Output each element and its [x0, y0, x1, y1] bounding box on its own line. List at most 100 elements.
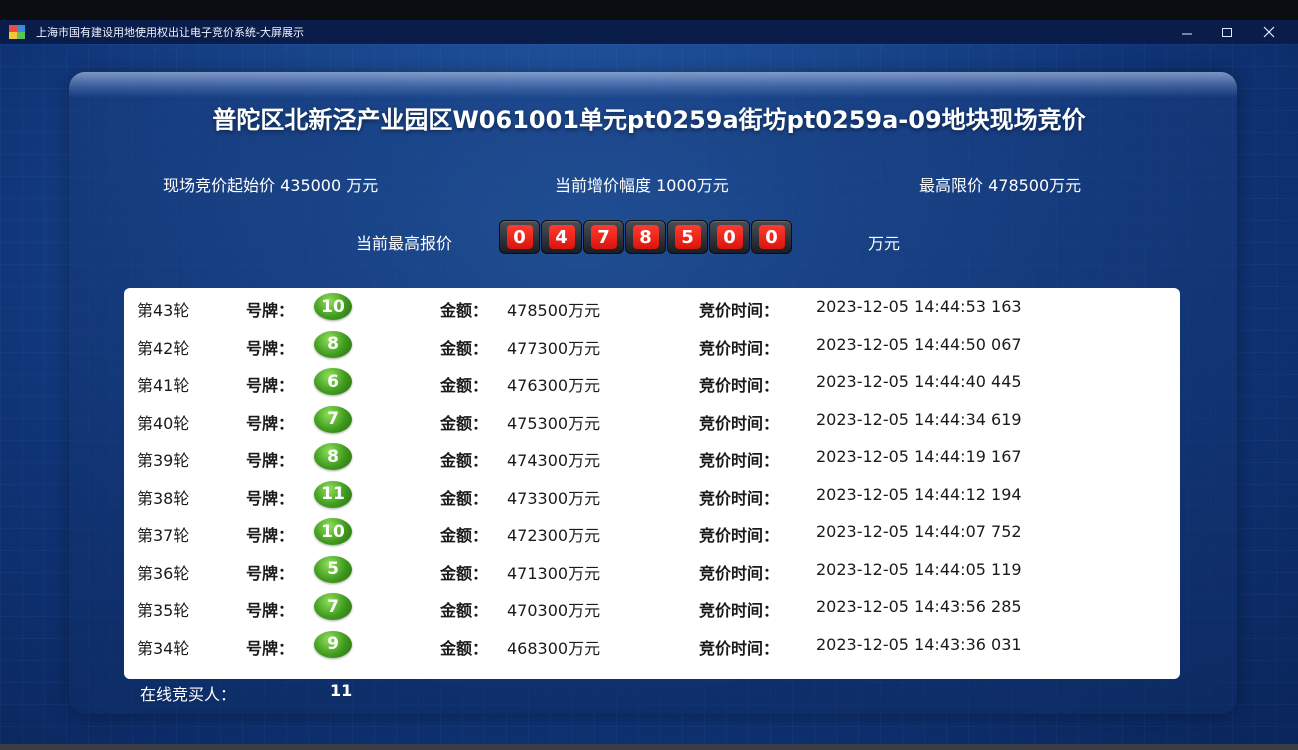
plate-label: 号牌：	[246, 376, 295, 395]
plate-label: 号牌：	[246, 301, 295, 320]
round-number: 第40轮	[137, 413, 190, 433]
time-label: 竞价时间：	[699, 488, 780, 508]
time-label: 竞价时间：	[699, 526, 780, 545]
bid-time: 2023-12-05 14:43:36 031	[816, 634, 1022, 654]
bid-time: 2023-12-05 14:44:12 194	[816, 484, 1022, 504]
panel-top-sheen	[69, 72, 1237, 98]
time-label: 竞价时间：	[699, 601, 780, 620]
amount-label: 金额：	[440, 601, 489, 620]
bid-row: 第34轮 号牌： 9 金额： 468300万元 竞价时间： 2023-12-05…	[124, 626, 1180, 664]
maximize-icon	[1222, 28, 1232, 37]
window-titlebar[interactable]: 上海市国有建设用地使用权出让电子竞价系统-大屏展示	[0, 20, 1298, 44]
bid-row: 第41轮 号牌： 6 金额： 476300万元 竞价时间： 2023-12-05…	[124, 363, 1180, 401]
bid-amount: 477300万元	[507, 338, 601, 358]
plate-label: 号牌：	[246, 413, 295, 433]
amount-label: 金额：	[440, 376, 489, 395]
close-icon	[1263, 26, 1275, 38]
round-number: 第41轮	[137, 376, 190, 395]
time-label: 竞价时间：	[699, 376, 780, 395]
app-logo-icon	[9, 25, 25, 39]
digit-tile: 0	[499, 220, 540, 254]
plate-badge: 7	[314, 405, 352, 433]
round-number: 第39轮	[137, 451, 190, 470]
plate-badge: 11	[314, 480, 352, 508]
time-label: 竞价时间：	[699, 638, 780, 658]
amount-label: 金额：	[440, 338, 489, 358]
online-bidders-label: 在线竞买人：	[140, 685, 237, 704]
plate-label: 号牌：	[246, 601, 295, 620]
bid-time: 2023-12-05 14:44:34 619	[816, 409, 1022, 429]
bid-amount: 471300万元	[507, 563, 601, 583]
plate-badge: 10	[314, 518, 352, 545]
maximize-button[interactable]	[1210, 20, 1244, 44]
close-button[interactable]	[1252, 20, 1286, 44]
bid-amount: 478500万元	[507, 301, 601, 320]
plate-label: 号牌：	[246, 338, 295, 358]
bid-amount: 476300万元	[507, 376, 601, 395]
plate-label: 号牌：	[246, 526, 295, 545]
digit-value: 7	[590, 225, 617, 249]
bid-amount: 475300万元	[507, 413, 601, 433]
digit-value: 5	[674, 225, 701, 249]
amount-label: 金额：	[440, 638, 489, 658]
bid-row: 第38轮 号牌： 11 金额： 473300万元 竞价时间： 2023-12-0…	[124, 476, 1180, 514]
highest-bid-label: 当前最高报价	[356, 234, 453, 253]
plate-badge: 7	[314, 593, 352, 620]
bid-time: 2023-12-05 14:44:53 163	[816, 297, 1022, 316]
plate-label: 号牌：	[246, 488, 295, 508]
plate-badge: 10	[314, 293, 352, 320]
time-label: 竞价时间：	[699, 301, 780, 320]
round-number: 第42轮	[137, 338, 190, 358]
digit-tile: 8	[625, 220, 666, 254]
round-number: 第43轮	[137, 301, 190, 320]
digit-tile: 5	[667, 220, 708, 254]
amount-label: 金额：	[440, 563, 489, 583]
auction-title: 普陀区北新泾产业园区W061001单元pt0259a街坊pt0259a-09地块…	[212, 106, 1086, 134]
plate-label: 号牌：	[246, 563, 295, 583]
plate-badge: 9	[314, 630, 352, 658]
bid-amount: 468300万元	[507, 638, 601, 658]
plate-badge: 8	[314, 443, 352, 470]
bid-row: 第40轮 号牌： 7 金额： 475300万元 竞价时间： 2023-12-05…	[124, 401, 1180, 439]
bid-time: 2023-12-05 14:44:05 119	[816, 559, 1022, 579]
bid-row: 第36轮 号牌： 5 金额： 471300万元 竞价时间： 2023-12-05…	[124, 551, 1180, 589]
plate-badge: 5	[314, 555, 352, 583]
digit-value: 4	[548, 225, 575, 249]
digit-value: 0	[716, 225, 743, 249]
plate-badge: 8	[314, 330, 352, 358]
time-label: 竞价时间：	[699, 338, 780, 358]
plate-label: 号牌：	[246, 451, 295, 470]
bid-amount: 472300万元	[507, 526, 601, 545]
bid-amount: 474300万元	[507, 451, 601, 470]
round-number: 第35轮	[137, 601, 190, 620]
bid-time: 2023-12-05 14:44:40 445	[816, 372, 1022, 391]
bid-time: 2023-12-05 14:44:50 067	[816, 334, 1022, 354]
highest-bid-digits: 0 4 7 8 5 0 0	[499, 220, 792, 254]
highest-bid-unit: 万元	[868, 234, 901, 253]
plate-label: 号牌：	[246, 638, 295, 658]
digit-tile: 7	[583, 220, 624, 254]
round-number: 第34轮	[137, 638, 190, 658]
round-number: 第37轮	[137, 526, 190, 545]
digit-tile: 0	[709, 220, 750, 254]
time-label: 竞价时间：	[699, 563, 780, 583]
top-edge-strip	[0, 0, 1298, 20]
amount-label: 金额：	[440, 488, 489, 508]
minimize-icon	[1182, 33, 1192, 35]
bid-time: 2023-12-05 14:43:56 285	[816, 597, 1022, 616]
round-number: 第36轮	[137, 563, 190, 583]
bid-history-list[interactable]: 第43轮 号牌： 10 金额： 478500万元 竞价时间： 2023-12-0…	[124, 288, 1180, 679]
digit-tile: 4	[541, 220, 582, 254]
bid-row: 第43轮 号牌： 10 金额： 478500万元 竞价时间： 2023-12-0…	[124, 288, 1180, 326]
amount-label: 金额：	[440, 413, 489, 433]
digit-tile: 0	[751, 220, 792, 254]
minimize-button[interactable]	[1170, 20, 1204, 44]
amount-label: 金额：	[440, 526, 489, 545]
start-price-text: 现场竞价起始价 435000 万元	[163, 176, 379, 195]
window-title: 上海市国有建设用地使用权出让电子竞价系统-大屏展示	[36, 26, 304, 39]
digit-value: 0	[506, 225, 533, 249]
digit-value: 8	[632, 225, 659, 249]
display-screen: 普陀区北新泾产业园区W061001单元pt0259a街坊pt0259a-09地块…	[0, 44, 1298, 744]
bid-amount: 470300万元	[507, 601, 601, 620]
bottom-edge-strip	[0, 744, 1298, 750]
